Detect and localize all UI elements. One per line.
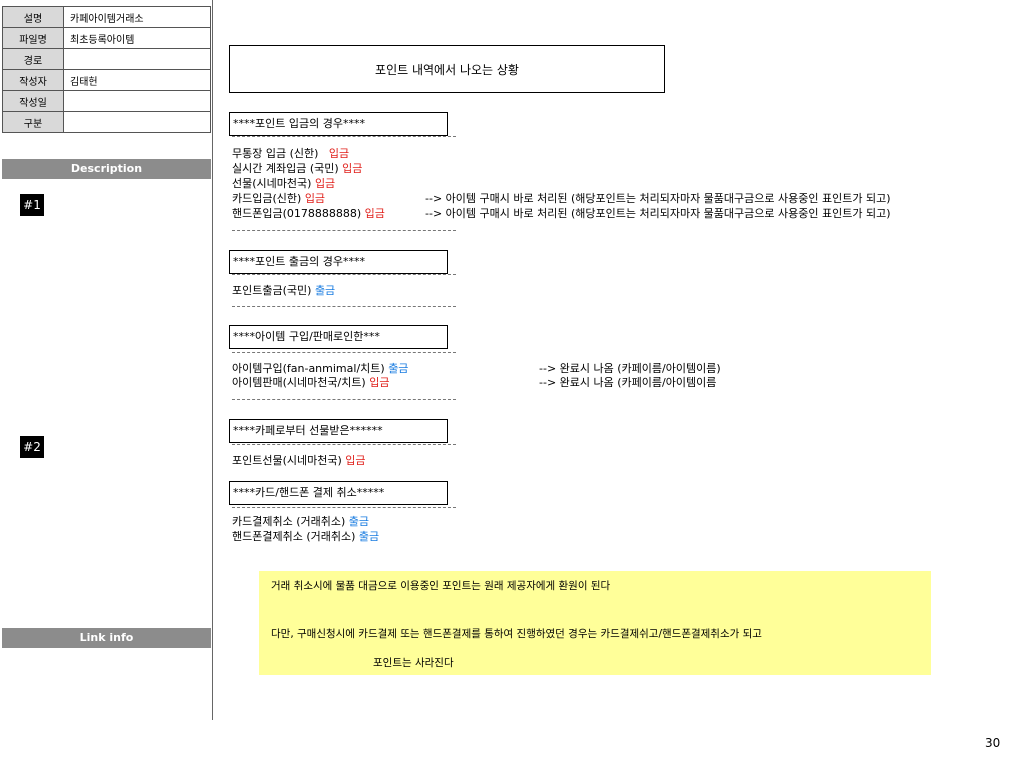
meta-key: 작성일 [2,90,64,112]
document-meta-table: 설명 카페아이템거래소 파일명 최초등록아이템 경로 작성자 김태헌 작성일 구… [2,6,211,133]
list-item: 아이템판매(시네마천국/치트) 입금 [232,376,389,390]
meta-row: 구분 [2,111,211,133]
meta-row: 경로 [2,48,211,70]
deposit-section-header: ****포인트 입금의 경우**** [229,112,448,136]
deposit-tag: 입금 [304,192,326,205]
gift-section-header: ****카페로부터 선물받은****** [229,419,448,443]
dashed-divider [232,444,456,445]
deposit-tag: 입금 [328,147,350,160]
withdraw-tag: 출금 [348,515,370,528]
item-text: 아이템판매(시네마천국/치트) [232,376,366,389]
list-item: 포인트선물(시네마천국) 입금 [232,454,366,468]
item-text: 카드결제취소 (거래취소) [232,515,346,528]
dashed-divider [232,136,456,137]
dashed-divider [232,399,456,400]
withdraw-tag: 출금 [314,284,336,297]
page-title: 포인트 내역에서 나오는 상황 [229,45,665,93]
meta-value [63,111,211,133]
list-item: 포인트출금(국민) 출금 [232,284,335,298]
list-item: 아이템구입(fan-anmimal/치트) 출금 [232,362,408,376]
note-line: 다만, 구매신청시에 카드결제 또는 핸드폰결제를 통하여 진행하였던 경우는 … [271,628,762,640]
item-text: 선물(시네마천국) [232,177,312,190]
dashed-divider [232,352,456,353]
meta-row: 설명 카페아이템거래소 [2,6,211,28]
meta-key: 설명 [2,6,64,28]
list-item: 카드결제취소 (거래취소) 출금 [232,515,369,529]
withdraw-tag: 출금 [388,362,409,375]
deposit-tag: 입금 [345,454,366,467]
meta-row: 작성일 [2,90,211,112]
meta-key: 구분 [2,111,64,133]
list-item: 카드입금(신한) 입금 [232,192,325,206]
page-number: 30 [985,736,1001,750]
note-line: 포인트는 사라진다 [373,657,454,669]
meta-key: 파일명 [2,27,64,49]
list-item: 실시간 계좌입금 (국민) 입금 [232,162,362,176]
list-item: 무통장 입금 (신한) 입금 [232,147,349,161]
cancel-policy-note: 거래 취소시에 물품 대금으로 이용중인 포인트는 원래 제공자에게 환원이 된… [259,571,931,675]
dashed-divider [232,274,456,275]
dashed-divider [232,306,456,307]
item-trade-note: --> 완료시 나옴 (카페이름/아이템이름 [539,376,717,389]
meta-value [63,90,211,112]
item-text: 무통장 입금 (신한) [232,147,319,160]
item-text: 아이템구입(fan-anmimal/치트) [232,362,385,375]
meta-value: 카페아이템거래소 [63,6,211,28]
dashed-divider [232,230,456,231]
deposit-tag: 입금 [342,162,363,175]
item-text: 포인트출금(국민) [232,284,312,297]
vertical-divider [212,0,213,720]
link-info-section-header: Link info [2,628,211,648]
item-text: 카드입금(신한) [232,192,302,205]
list-item: 핸드폰입금(0178888888) 입금 [232,207,385,221]
meta-row: 파일명 최초등록아이템 [2,27,211,49]
item-text: 핸드폰결제취소 (거래취소) [232,530,356,543]
list-item: 선물(시네마천국) 입금 [232,177,335,191]
meta-value: 최초등록아이템 [63,27,211,49]
marker-2: #2 [20,436,44,458]
meta-key: 경로 [2,48,64,70]
item-trade-section-header: ****아이템 구입/판매로인한*** [229,325,448,349]
item-text: 핸드폰입금(0178888888) [232,207,362,220]
description-section-header: Description [2,159,211,179]
item-trade-note: --> 완료시 나옴 (카페이름/아이템이름) [539,362,721,375]
meta-row: 작성자 김태헌 [2,69,211,91]
list-item: 핸드폰결제취소 (거래취소) 출금 [232,530,379,544]
marker-1: #1 [20,194,44,216]
deposit-tag: 입금 [369,376,390,389]
note-line: 거래 취소시에 물품 대금으로 이용중인 포인트는 원래 제공자에게 환원이 된… [271,580,611,592]
cancel-section-header: ****카드/핸드폰 결제 취소***** [229,481,448,505]
meta-key: 작성자 [2,69,64,91]
deposit-tag: 입금 [314,177,336,190]
item-text: 실시간 계좌입금 (국민) [232,162,339,175]
dashed-divider [232,507,456,508]
deposit-tag: 입금 [364,207,385,220]
withdraw-tag: 출금 [358,530,380,543]
meta-value: 김태헌 [63,69,211,91]
deposit-note: --> 아이템 구매시 바로 처리된 (해당포인트는 처리되자마자 물품대구금으… [425,192,891,205]
item-text: 포인트선물(시네마천국) [232,454,342,467]
withdraw-section-header: ****포인트 출금의 경우**** [229,250,448,274]
deposit-note: --> 아이템 구매시 바로 처리된 (해당포인트는 처리되자마자 물품대구금으… [425,207,891,220]
meta-value [63,48,211,70]
